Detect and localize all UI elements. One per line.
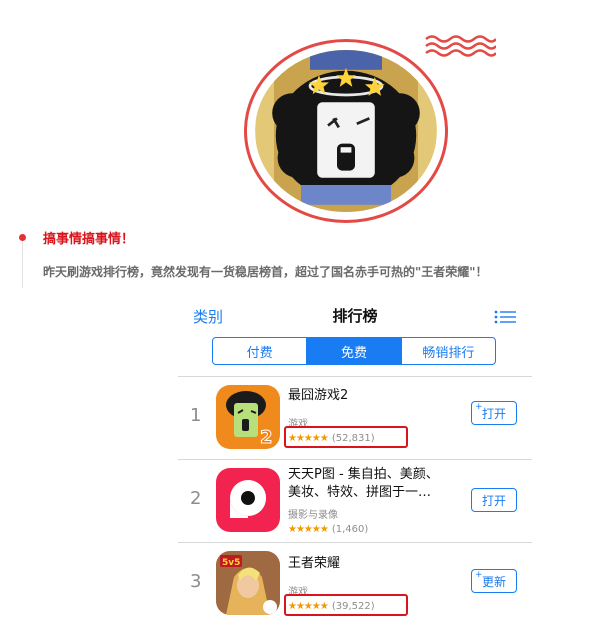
button-label: 打开 xyxy=(481,406,506,421)
page-title: 排行榜 xyxy=(332,307,378,325)
timeline-line xyxy=(22,238,23,288)
app-icon-wangzhe-rongyao: 5v5 xyxy=(216,551,280,615)
post-text: 昨天刷游戏排行榜，竟然发现有一货稳居榜首，超过了国名赤手可热的"王者荣耀"！ xyxy=(43,265,488,279)
rating-count: (1,460) xyxy=(331,524,369,535)
button-label: 打开 xyxy=(481,493,506,508)
list-item[interactable]: 2 天天P图 - 集自拍、美颜、美妆、特效、拼图于一… 摄影与录像 ★★★★★(… xyxy=(178,460,532,543)
rank-number: 2 xyxy=(190,488,202,509)
button-plus: + xyxy=(475,402,483,412)
tab-free[interactable]: 免费 xyxy=(306,338,401,364)
button-plus: + xyxy=(475,570,483,580)
app-name[interactable]: 天天P图 - 集自拍、美颜、美妆、特效、拼图于一… xyxy=(288,466,448,502)
svg-text:5v5: 5v5 xyxy=(222,558,240,568)
rank-number: 3 xyxy=(190,571,202,592)
app-category: 摄影与录像 xyxy=(288,510,338,521)
list-item[interactable]: 3 5v5 王者荣耀 游戏 ★★★★★ (39,522) + 更新 xyxy=(178,543,532,625)
list-item[interactable]: 1 2 最囧游戏2 游戏 ★★★★★ (52,831) + 打开 xyxy=(178,377,532,460)
tab-top-grossing[interactable]: 畅销排行 xyxy=(400,338,495,364)
game-avatar xyxy=(244,39,448,223)
open-button[interactable]: 打开 xyxy=(471,488,517,512)
post-title: 搞事情搞事情！ xyxy=(43,232,135,247)
app-name[interactable]: 王者荣耀 xyxy=(288,555,448,573)
nav-bar: 类别 排行榜 xyxy=(178,302,532,330)
rank-number: 1 xyxy=(190,405,202,426)
update-button[interactable]: + 更新 xyxy=(471,569,517,593)
app-store-screenshot: 类别 排行榜 付费 免费 畅销排行 1 2 最囧游戏2 游戏 ★★★★★ (52… xyxy=(178,302,532,625)
game-avatar-image xyxy=(255,50,437,212)
button-label: 更新 xyxy=(481,574,506,589)
highlight-box xyxy=(284,594,408,616)
highlight-box xyxy=(284,426,408,448)
app-icon-tiantian-ptu xyxy=(216,468,280,532)
app-name[interactable]: 最囧游戏2 xyxy=(288,387,448,405)
app-rating: ★★★★★ (1,460) xyxy=(288,524,368,535)
chart-segmented-control: 付费 免费 畅销排行 xyxy=(212,337,496,365)
rating-stars: ★★★★★ xyxy=(288,524,329,535)
open-button[interactable]: + 打开 xyxy=(471,401,517,425)
wave-decoration-icon xyxy=(425,35,496,57)
list-icon[interactable] xyxy=(494,310,516,324)
svg-text:2: 2 xyxy=(260,427,273,448)
app-icon-zuijiong: 2 xyxy=(216,385,280,449)
tab-paid[interactable]: 付费 xyxy=(213,338,306,364)
ranking-list: 1 2 最囧游戏2 游戏 ★★★★★ (52,831) + 打开 2 天天P图 … xyxy=(178,376,532,625)
timeline-dot xyxy=(19,234,26,241)
